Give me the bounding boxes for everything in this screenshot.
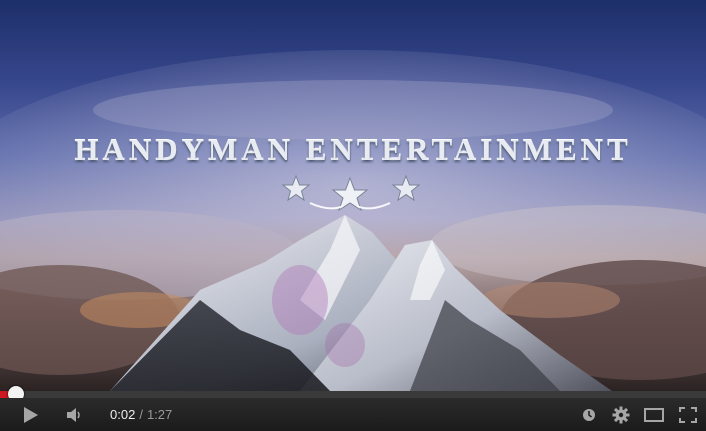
theater-mode-icon: [644, 407, 664, 422]
progress-bar[interactable]: [0, 386, 706, 402]
control-bar: 0:02 / 1:27: [0, 398, 706, 431]
play-button[interactable]: [14, 398, 48, 431]
time-display: 0:02 / 1:27: [110, 398, 172, 431]
settings-gear-icon: [612, 406, 630, 423]
play-icon: [24, 406, 38, 423]
settings-button[interactable]: [608, 398, 634, 431]
video-scene: [0, 50, 706, 391]
fullscreen-icon: [679, 406, 697, 423]
fullscreen-button[interactable]: [674, 398, 702, 431]
time-separator: /: [139, 407, 143, 422]
watch-later-icon: [583, 408, 595, 421]
theater-mode-button[interactable]: [640, 398, 668, 431]
volume-icon: [67, 407, 80, 422]
video-title-overlay: HANDYMAN ENTERTAINMENT: [74, 132, 632, 167]
duration: 1:27: [146, 407, 173, 422]
video-player[interactable]: HANDYMAN ENTERTAINMENT 0:02 / 1:27: [0, 0, 706, 431]
watch-later-button[interactable]: [578, 398, 600, 431]
mute-button[interactable]: [62, 398, 90, 431]
current-time: 0:02: [110, 407, 136, 422]
video-frame[interactable]: HANDYMAN ENTERTAINMENT: [0, 0, 706, 391]
